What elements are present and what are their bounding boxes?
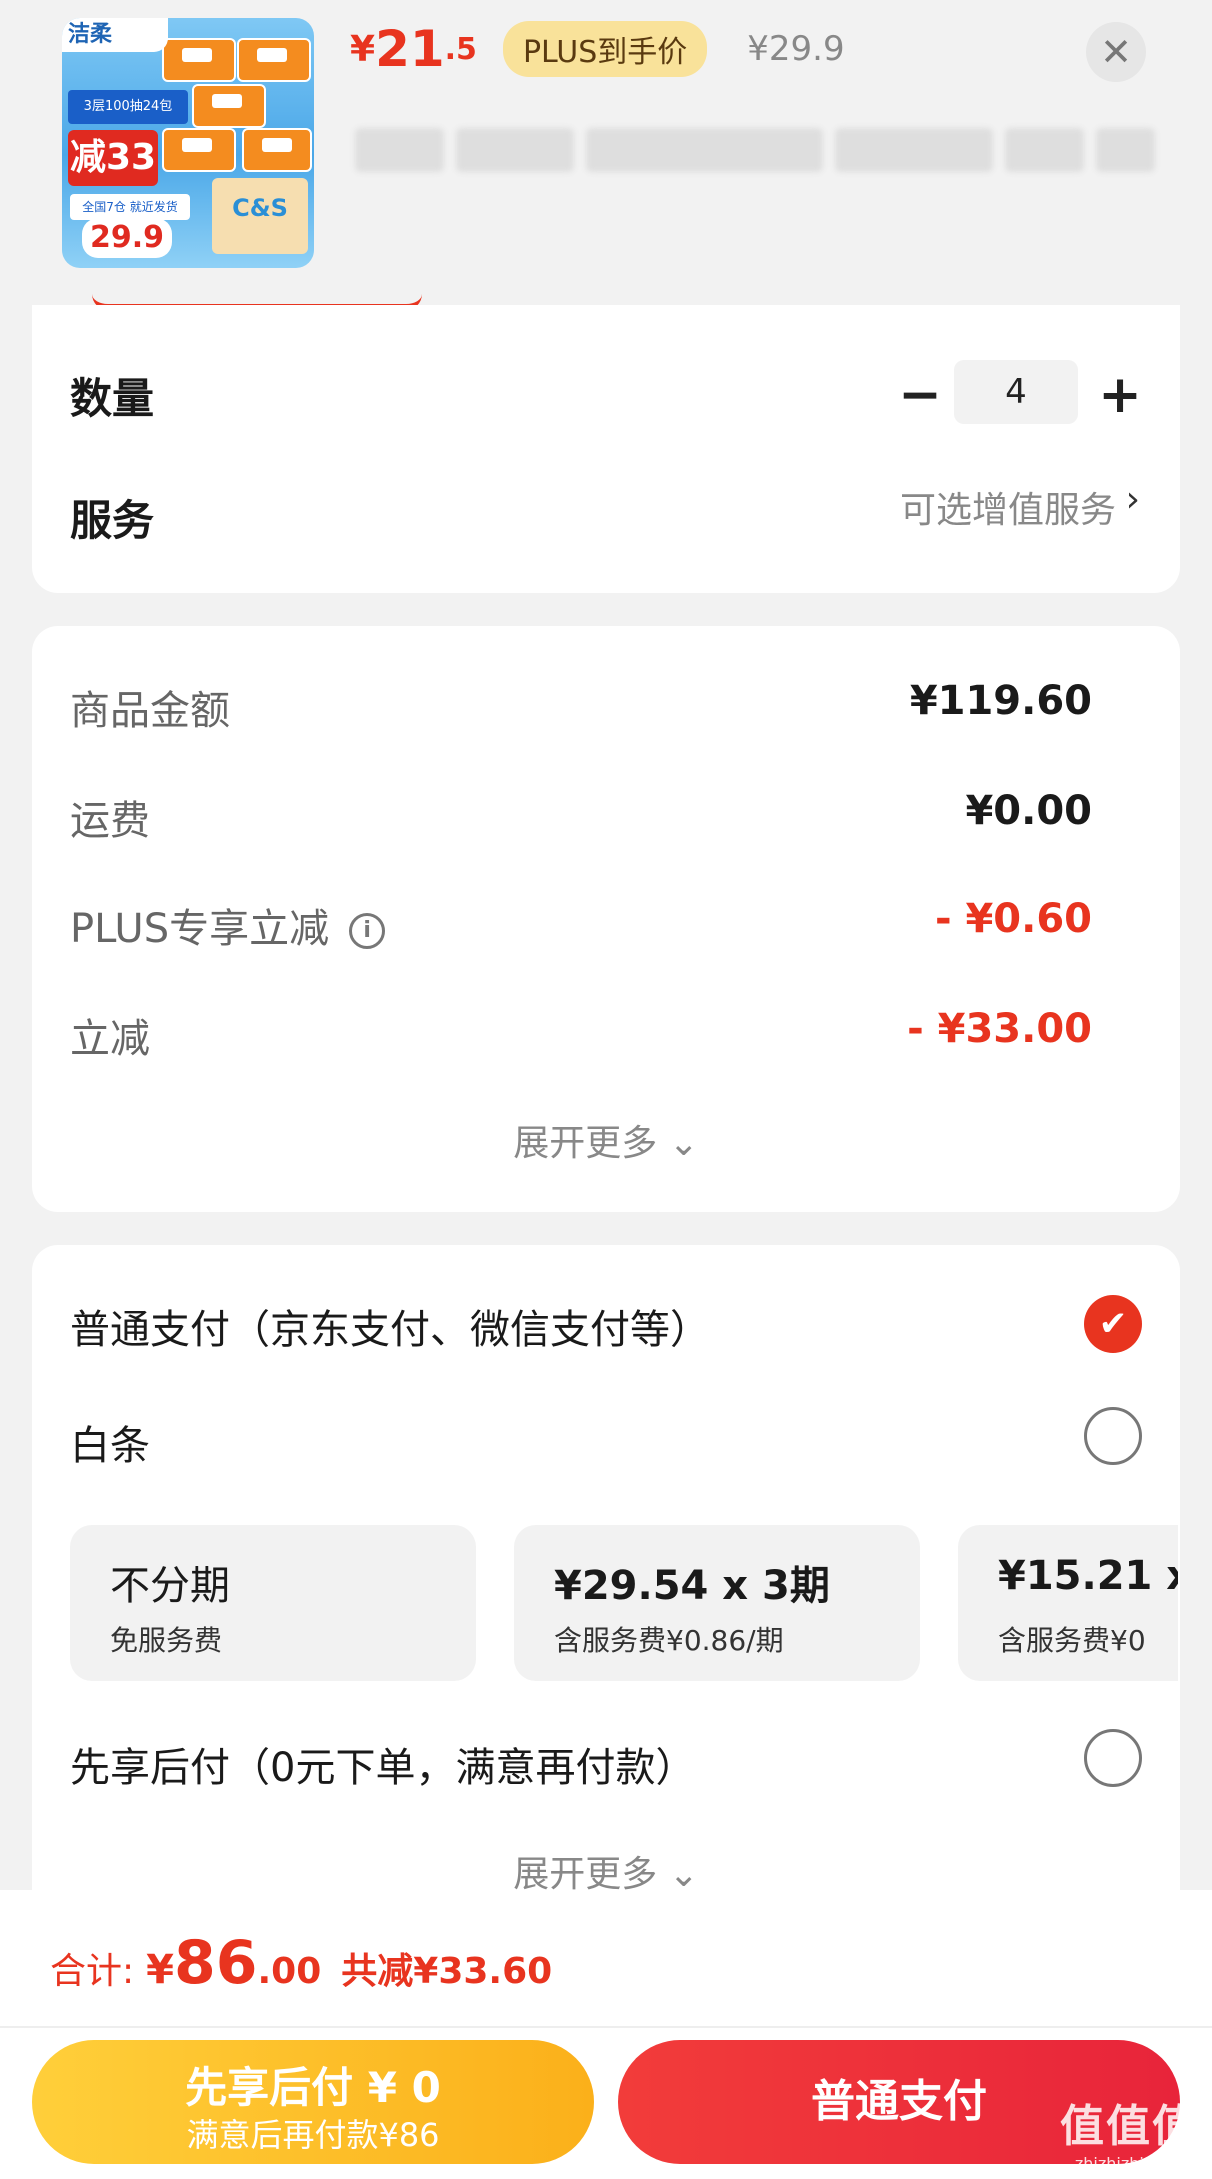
service-selector[interactable]: 可选增值服务 xyxy=(900,481,1116,533)
order-total: 合计: ¥ 86 .00 共减¥33.60 xyxy=(50,1928,552,1998)
goods-amount-value: ¥119.60 xyxy=(909,678,1092,724)
price-row: ¥ 21 .5 PLUS到手价 ¥29.9 xyxy=(350,14,845,84)
plus-discount-text: PLUS专享立减 xyxy=(70,906,330,952)
installment-subtitle: 免服务费 xyxy=(110,1624,223,1657)
plus-discount-value: - ¥0.60 xyxy=(934,896,1092,942)
tissue-pack-image xyxy=(242,128,312,172)
plus-discount-label: PLUS专享立减 i xyxy=(70,896,386,954)
watermark: 值值值 zhizhizhi.com xyxy=(1060,2090,1198,2173)
brand-logo: 洁柔 xyxy=(62,18,168,52)
normal-pay-radio-checked[interactable]: ✔ xyxy=(1084,1295,1142,1353)
price-decimal: .5 xyxy=(444,31,477,67)
pay-later-button-title: 先享后付 ¥ 0 xyxy=(185,2063,441,2112)
service-label: 服务 xyxy=(70,496,155,545)
badge-price: 29.9 xyxy=(82,218,172,258)
installment-option-6[interactable]: ¥15.21 x 含服务费¥0 xyxy=(958,1525,1178,1681)
plus-price-tag: PLUS到手价 xyxy=(502,21,708,77)
tissue-pack-image xyxy=(162,38,236,82)
expand-more-price-button[interactable]: 展开更多 ⌄ xyxy=(32,1114,1180,1166)
installment-option-3[interactable]: ¥29.54 x 3期 含服务费¥0.86/期 xyxy=(514,1525,920,1681)
product-thumbnail[interactable]: 洁柔 3层100抽24包 减33 全国7仓 就近发货 29.9 C&S xyxy=(62,18,314,268)
checkout-bar: 合计: ¥ 86 .00 共减¥33.60 先享后付 ¥ 0 满意后再付款¥86… xyxy=(0,1890,1212,2179)
quantity-decrease-button[interactable]: − xyxy=(890,365,950,425)
discount-badge: 减33 xyxy=(68,130,158,186)
payment-methods-card: 普通支付（京东支付、微信支付等） ✔ 白条 不分期 免服务费 ¥29.54 x … xyxy=(32,1245,1180,1895)
total-label: 合计: xyxy=(50,1951,135,1992)
divider xyxy=(0,2026,1212,2028)
installment-scroller[interactable]: 不分期 免服务费 ¥29.54 x 3期 含服务费¥0.86/期 ¥15.21 … xyxy=(70,1525,1178,1685)
info-icon[interactable]: i xyxy=(349,913,386,949)
product-header: 洁柔 3层100抽24包 减33 全国7仓 就近发货 29.9 C&S ¥ 21… xyxy=(0,0,1212,310)
installment-title: ¥29.54 x 3期 xyxy=(554,1563,830,1609)
price-integer: 21 xyxy=(375,20,445,78)
total-saved: 共减¥33.60 xyxy=(341,1951,553,1992)
installment-subtitle: 含服务费¥0.86/期 xyxy=(554,1624,784,1657)
normal-pay-option-label[interactable]: 普通支付（京东支付、微信支付等） xyxy=(70,1297,710,1355)
baitiao-radio[interactable] xyxy=(1084,1407,1142,1465)
shipping-fee-label: 运费 xyxy=(70,798,150,844)
chevron-right-icon[interactable]: › xyxy=(1126,479,1140,520)
tissue-pack-image xyxy=(237,38,311,82)
installment-subtitle: 含服务费¥0 xyxy=(998,1624,1146,1657)
watermark-url: zhizhizhi.com xyxy=(1074,2154,1184,2173)
original-price: ¥29.9 xyxy=(747,29,845,69)
installment-title: ¥15.21 x xyxy=(998,1553,1178,1599)
pay-later-option-label[interactable]: 先享后付（0元下单，满意再付款） xyxy=(70,1735,695,1793)
instant-discount-value: - ¥33.00 xyxy=(907,1006,1092,1052)
price-details-card: 商品金额 ¥119.60 运费 ¥0.00 PLUS专享立减 i - ¥0.60 … xyxy=(32,626,1180,1212)
close-icon[interactable]: ✕ xyxy=(1086,22,1146,82)
promo-note: 全国7仓 就近发货 xyxy=(70,194,190,220)
pack-logo: C&S xyxy=(212,178,308,254)
tissue-pack-image xyxy=(192,84,266,128)
order-options-card: 数量 − 4 + 服务 可选增值服务 › xyxy=(32,305,1180,593)
pay-later-button-subtitle: 满意后再付款¥86 xyxy=(186,2116,440,2154)
price-currency: ¥ xyxy=(350,28,376,70)
pay-later-button[interactable]: 先享后付 ¥ 0 满意后再付款¥86 xyxy=(32,2040,594,2164)
quantity-label: 数量 xyxy=(70,374,155,423)
goods-amount-label: 商品金额 xyxy=(70,688,230,734)
installment-option-none[interactable]: 不分期 免服务费 xyxy=(70,1525,476,1681)
quantity-input[interactable]: 4 xyxy=(954,360,1078,424)
installment-title: 不分期 xyxy=(110,1563,230,1609)
baitiao-option-label[interactable]: 白条 xyxy=(70,1413,150,1471)
quantity-increase-button[interactable]: + xyxy=(1090,365,1150,425)
product-title-blurred xyxy=(355,120,1155,180)
total-currency: ¥ xyxy=(146,1947,174,1993)
total-decimal: .00 xyxy=(257,1951,322,1992)
pay-later-radio[interactable] xyxy=(1084,1729,1142,1787)
promo-banner: 3层100抽24包 xyxy=(68,90,188,124)
instant-discount-label: 立减 xyxy=(70,1016,150,1062)
tissue-pack-image xyxy=(162,128,236,172)
shipping-fee-value: ¥0.00 xyxy=(965,788,1092,834)
watermark-title: 值值值 xyxy=(1060,2101,1198,2152)
total-integer: 86 xyxy=(173,1928,258,1998)
